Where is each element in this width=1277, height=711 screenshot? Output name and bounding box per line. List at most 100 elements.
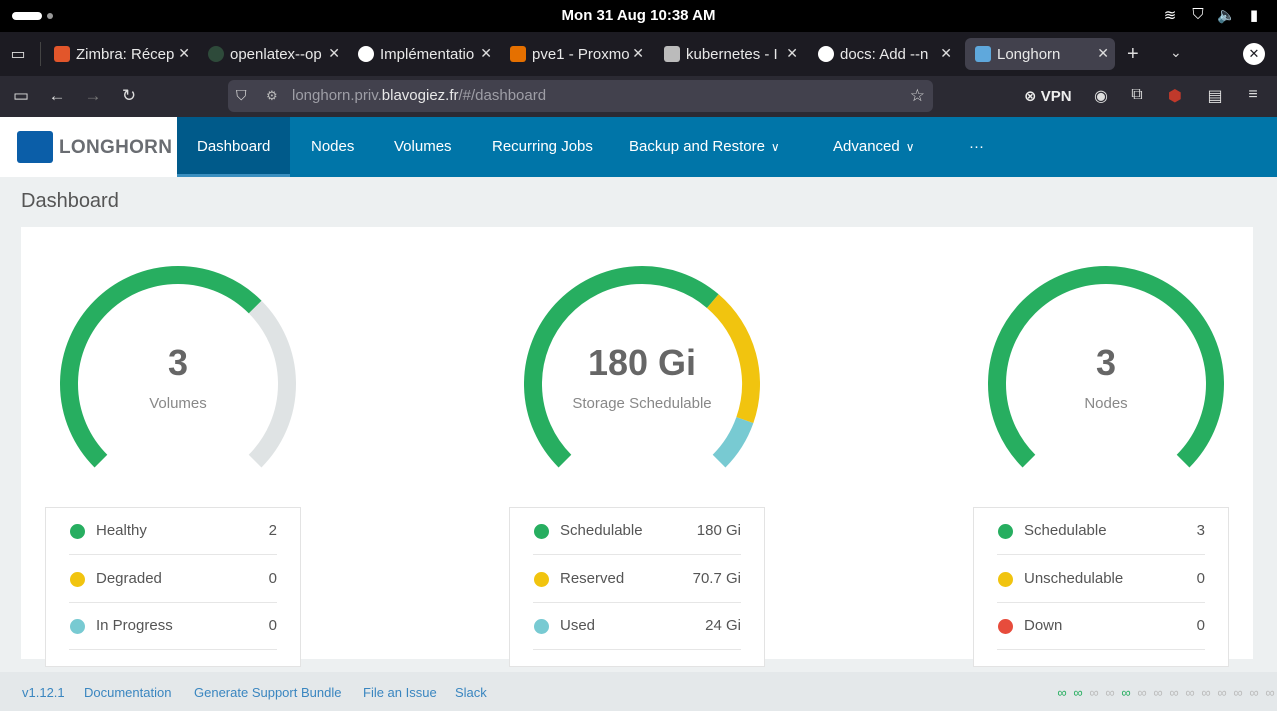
nav-advanced-label: Advanced <box>833 138 900 155</box>
close-tab-icon[interactable]: ✕ <box>940 45 952 62</box>
system-tray[interactable]: ≋ ⛉ 🔈 ▮ <box>1161 6 1263 24</box>
legend-label: Degraded <box>96 570 162 587</box>
page-title: Dashboard <box>21 190 119 212</box>
tab-label: openlatex--op <box>230 45 322 63</box>
close-tab-icon[interactable]: ✕ <box>178 45 190 62</box>
site-permissions-icon[interactable]: ⚙ <box>266 88 278 104</box>
legend-value: 0 <box>268 570 277 587</box>
forward-icon[interactable]: → <box>82 86 104 106</box>
legend-value: 0 <box>268 617 277 634</box>
tab-overview-icon[interactable]: ▭ <box>8 44 28 64</box>
tab-label: pve1 - Proxmo <box>532 45 630 63</box>
link-icon: ∞ <box>1153 685 1163 700</box>
close-tab-icon[interactable]: ✕ <box>1097 45 1109 62</box>
legend-row-down[interactable]: Down 0 <box>997 603 1205 650</box>
tab-longhorn[interactable]: Longhorn ✕ <box>965 38 1115 70</box>
tab-kubernetes[interactable]: kubernetes - I ✕ <box>654 38 804 70</box>
legend-label: Reserved <box>560 570 625 587</box>
legend-value: 0 <box>1196 617 1205 634</box>
ublock-icon[interactable]: ⬢ <box>1164 86 1186 106</box>
list-all-tabs-icon[interactable]: ⌄ <box>1170 44 1182 61</box>
close-tab-icon[interactable]: ✕ <box>480 45 492 62</box>
volume-icon: 🔈 <box>1217 7 1236 24</box>
legend-row-node-schedulable[interactable]: Schedulable 3 <box>997 508 1205 555</box>
back-icon[interactable]: ← <box>46 86 68 106</box>
tab-label: Longhorn <box>997 45 1061 63</box>
extensions-icon[interactable]: ⧉ <box>1126 86 1148 104</box>
status-dot <box>70 572 85 587</box>
tab-label: docs: Add --n <box>840 45 929 63</box>
link-icon: ∞ <box>1057 685 1067 700</box>
vpn-icon: ⊗ <box>1024 88 1037 105</box>
legend-row-healthy[interactable]: Healthy 2 <box>69 508 277 555</box>
nodes-count: 3 <box>1095 342 1117 383</box>
gauge-segment-1 <box>248 300 296 468</box>
volumes-legend: Healthy 2 Degraded 0 In Progress 0 <box>45 507 301 667</box>
chevron-down-icon: ∨ <box>905 140 915 154</box>
status-dot <box>534 572 549 587</box>
extension-icon[interactable]: ▤ <box>1204 86 1226 106</box>
close-tab-icon[interactable]: ✕ <box>786 45 798 62</box>
app-logo[interactable]: LONGHORN <box>0 117 177 177</box>
nav-more[interactable]: ··· <box>949 117 1004 177</box>
legend-row-schedulable[interactable]: Schedulable 180 Gi <box>533 508 741 555</box>
legend-row-degraded[interactable]: Degraded 0 <box>69 556 277 603</box>
sidebar-toggle-icon[interactable]: ▭ <box>10 86 32 106</box>
version-link[interactable]: v1.12.1 <box>22 685 65 700</box>
menu-icon[interactable]: ≡ <box>1242 86 1264 104</box>
longhorn-favicon-icon <box>975 46 991 62</box>
nav-advanced[interactable]: Advanced ∨ <box>813 117 935 177</box>
github-favicon-icon <box>818 46 834 62</box>
close-tab-icon[interactable]: ✕ <box>632 45 644 62</box>
nav-nodes[interactable]: Nodes <box>291 117 374 177</box>
close-window-icon[interactable]: ✕ <box>1243 43 1265 65</box>
nav-dashboard[interactable]: Dashboard <box>177 117 291 177</box>
link-icon: ∞ <box>1185 685 1195 700</box>
tab-openlatex[interactable]: openlatex--op ✕ <box>198 38 346 70</box>
legend-label: Unschedulable <box>1024 570 1124 587</box>
link-icon: ∞ <box>1089 685 1099 700</box>
nodes-label: Nodes <box>1084 395 1128 412</box>
legend-row-reserved[interactable]: Reserved 70.7 Gi <box>533 556 741 603</box>
status-dot <box>70 619 85 634</box>
reload-icon[interactable]: ↻ <box>118 86 140 106</box>
new-tab-icon[interactable]: + <box>1127 43 1139 66</box>
tracking-shield-icon[interactable]: ⛉ <box>236 87 247 104</box>
legend-label: Down <box>1024 617 1063 634</box>
legend-value: 24 Gi <box>705 617 741 634</box>
volumes-count: 3 <box>167 342 189 383</box>
legend-row-used[interactable]: Used 24 Gi <box>533 603 741 650</box>
nav-recurring-jobs[interactable]: Recurring Jobs <box>472 117 613 177</box>
support-bundle-link[interactable]: Generate Support Bundle <box>194 685 341 700</box>
tab-separator <box>40 42 41 66</box>
url-bar[interactable]: ⛉ ⚙ longhorn.priv.blavogiez.fr/#/dashboa… <box>228 80 933 112</box>
browser-nav-bar: ▭ ← → ↻ ⛉ ⚙ longhorn.priv.blavogiez.fr/#… <box>0 76 1277 117</box>
system-clock[interactable]: Mon 31 Aug 10:38 AM <box>0 7 1277 24</box>
tab-proxmox[interactable]: pve1 - Proxmo ✕ <box>500 38 650 70</box>
legend-row-in-progress[interactable]: In Progress 0 <box>69 603 277 650</box>
github-favicon-icon <box>358 46 374 62</box>
file-issue-link[interactable]: File an Issue <box>363 685 437 700</box>
storage-schedulable-label: Storage Schedulable <box>572 395 712 412</box>
vpn-button[interactable]: ⊗ VPN <box>1024 87 1072 105</box>
legend-label: Schedulable <box>560 522 643 539</box>
close-tab-icon[interactable]: ✕ <box>328 45 340 62</box>
tab-implementation[interactable]: Implémentatio ✕ <box>348 38 498 70</box>
proxmox-favicon-icon <box>510 46 526 62</box>
nav-backup-restore-label: Backup and Restore <box>629 138 765 155</box>
nav-backup-restore[interactable]: Backup and Restore ∨ <box>609 117 800 177</box>
tab-zimbra[interactable]: Zimbra: Récep ✕ <box>44 38 196 70</box>
tab-docs[interactable]: docs: Add --n ✕ <box>808 38 958 70</box>
battery-icon: ▮ <box>1249 7 1259 24</box>
slack-link[interactable]: Slack <box>455 685 487 700</box>
legend-row-unschedulable[interactable]: Unschedulable 0 <box>997 556 1205 603</box>
logo-text: LONGHORN <box>59 137 173 158</box>
nav-volumes[interactable]: Volumes <box>374 117 472 177</box>
bookmark-star-icon[interactable]: ☆ <box>910 86 925 106</box>
account-icon[interactable]: ◉ <box>1090 86 1112 106</box>
documentation-link[interactable]: Documentation <box>84 685 171 700</box>
url-text[interactable]: longhorn.priv.blavogiez.fr/#/dashboard <box>292 87 546 104</box>
storage-legend: Schedulable 180 Gi Reserved 70.7 Gi Used… <box>509 507 765 667</box>
gauge-segment-2 <box>712 416 754 468</box>
legend-label: Used <box>560 617 596 634</box>
